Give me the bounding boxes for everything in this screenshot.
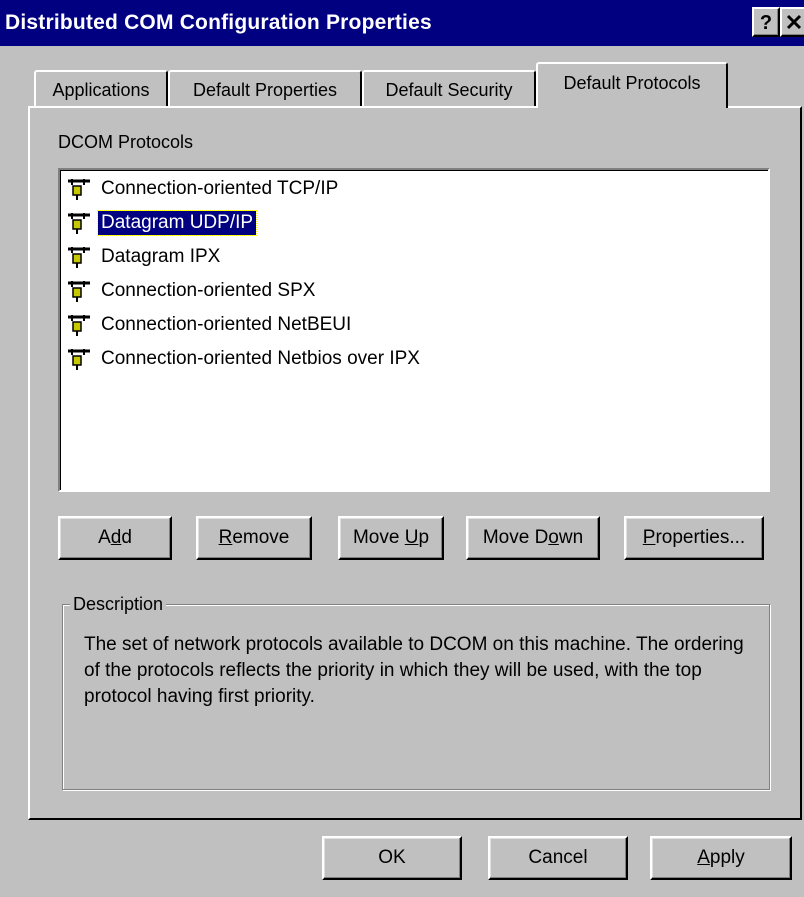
list-item[interactable]: Datagram IPX <box>64 242 223 272</box>
ok-label: OK <box>378 847 406 868</box>
properties-key: P <box>642 527 656 548</box>
close-icon <box>786 14 802 30</box>
move-down-key: o <box>548 527 559 548</box>
move-up-key: U <box>404 527 419 548</box>
tab-applications[interactable]: Applications <box>34 70 168 108</box>
description-text: The set of network protocols available t… <box>84 634 744 707</box>
properties-label: Properties... <box>643 527 745 549</box>
tab-label: Default Protocols <box>563 73 701 93</box>
apply-post: pply <box>709 847 745 868</box>
tab-default-properties[interactable]: Default Properties <box>168 70 362 108</box>
apply-label: Apply <box>697 847 745 869</box>
plug-icon <box>68 247 90 268</box>
plug-icon <box>68 281 90 302</box>
tab-default-security[interactable]: Default Security <box>362 70 536 108</box>
list-item[interactable]: Connection-oriented TCP/IP <box>64 174 341 204</box>
ok-button[interactable]: OK <box>322 836 462 880</box>
apply-key: A <box>697 847 710 868</box>
add-label: Add <box>98 527 132 549</box>
add-key: d <box>110 527 122 548</box>
add-button[interactable]: Add <box>58 516 172 560</box>
tab-label: Default Security <box>385 80 513 100</box>
plug-icon <box>68 349 90 370</box>
move-down-label: Move Down <box>483 527 583 549</box>
move-up-label: Move Up <box>353 527 429 549</box>
properties-button[interactable]: Properties... <box>624 516 764 560</box>
move-up-pre: Move <box>352 527 405 548</box>
tab-default-protocols[interactable]: Default Protocols <box>536 62 728 108</box>
move-down-button[interactable]: Move Down <box>466 516 600 560</box>
list-item-label: Connection-oriented NetBEUI <box>101 314 352 335</box>
remove-button[interactable]: Remove <box>196 516 312 560</box>
list-item-label: Datagram IPX <box>101 246 221 267</box>
window-title: Distributed COM Configuration Properties <box>5 11 432 34</box>
tab-label: Applications <box>52 80 150 100</box>
remove-post: emove <box>232 527 290 548</box>
title-bar[interactable]: Distributed COM Configuration Properties… <box>0 0 804 46</box>
protocols-listbox[interactable]: Connection-oriented TCP/IP Datagram UDP/… <box>58 168 770 492</box>
add-post: d <box>121 527 132 548</box>
plug-icon <box>68 179 90 200</box>
move-up-post: p <box>418 527 430 548</box>
move-down-pre: Move D <box>482 527 549 548</box>
description-legend: Description <box>70 594 167 615</box>
tab-label: Default Properties <box>192 80 338 100</box>
remove-label: Remove <box>219 527 290 549</box>
list-item[interactable]: Connection-oriented NetBEUI <box>64 310 354 340</box>
move-down-post: wn <box>558 527 584 548</box>
help-button[interactable]: ? <box>752 7 780 37</box>
close-button[interactable] <box>780 7 804 37</box>
apply-button[interactable]: Apply <box>650 836 792 880</box>
list-item[interactable]: Connection-oriented Netbios over IPX <box>64 344 423 374</box>
remove-key: R <box>218 527 233 548</box>
cancel-label: Cancel <box>528 847 588 868</box>
list-item-label: Connection-oriented Netbios over IPX <box>101 348 420 369</box>
list-item[interactable]: Connection-oriented SPX <box>64 276 318 306</box>
cancel-button[interactable]: Cancel <box>488 836 628 880</box>
list-item-label: Connection-oriented SPX <box>101 280 316 301</box>
protocols-label: DCOM Protocols <box>58 132 194 152</box>
properties-post: roperties... <box>655 527 746 548</box>
move-up-button[interactable]: Move Up <box>338 516 444 560</box>
list-item[interactable]: Datagram UDP/IP <box>64 208 258 238</box>
plug-icon <box>68 213 90 234</box>
list-item-label: Datagram UDP/IP <box>96 210 258 236</box>
plug-icon <box>68 315 90 336</box>
list-item-label: Connection-oriented TCP/IP <box>101 178 339 199</box>
add-pre: A <box>98 527 111 548</box>
dialog-window: Distributed COM Configuration Properties… <box>0 0 804 897</box>
